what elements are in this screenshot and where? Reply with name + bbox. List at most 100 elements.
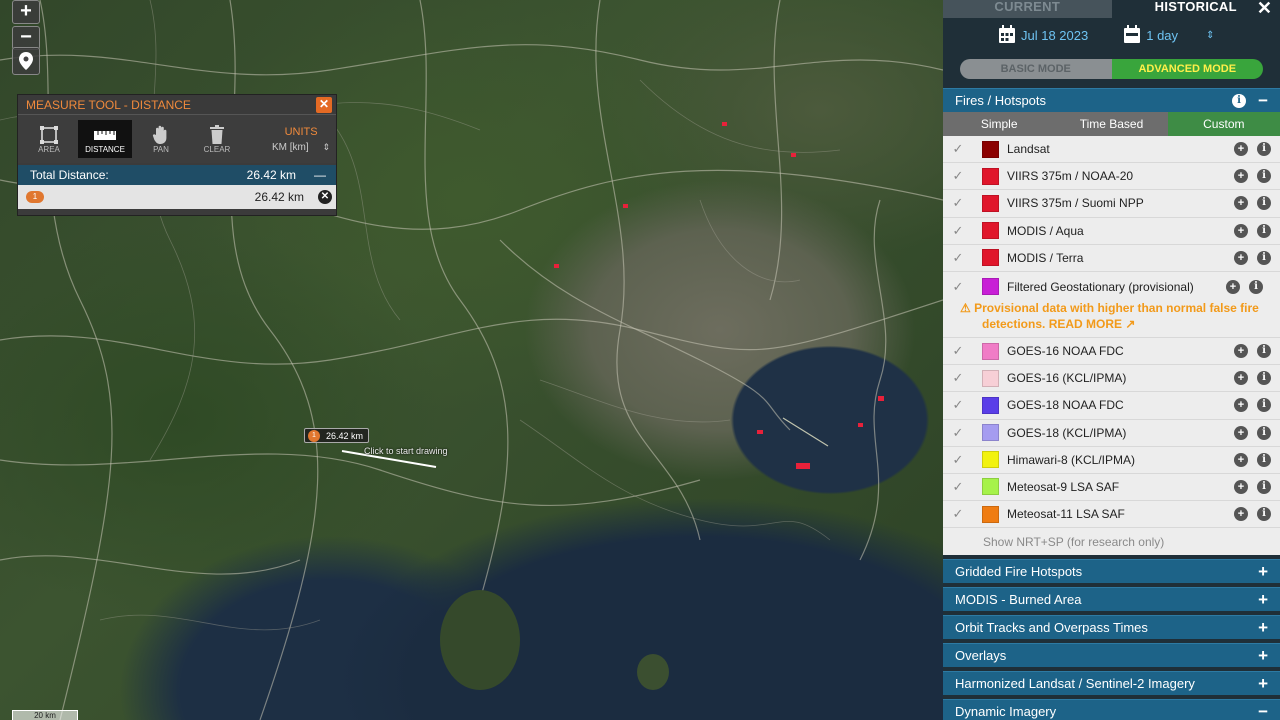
nrt-sp-toggle[interactable]: Show NRT+SP (for research only) bbox=[943, 528, 1280, 556]
info-icon[interactable]: i bbox=[1257, 479, 1271, 494]
expand-icon[interactable]: + bbox=[1258, 674, 1268, 694]
info-icon[interactable]: i bbox=[1257, 452, 1271, 467]
add-icon[interactable]: + bbox=[1234, 250, 1248, 265]
add-icon[interactable]: + bbox=[1234, 196, 1248, 211]
layer-row[interactable]: ✓ VIIRS 375m / Suomi NPP + i bbox=[943, 190, 1280, 218]
layer-row[interactable]: ✓ MODIS / Terra + i bbox=[943, 245, 1280, 272]
external-link-icon[interactable]: ↗ bbox=[1125, 317, 1135, 331]
info-icon[interactable]: i bbox=[1257, 142, 1271, 157]
add-icon[interactable]: + bbox=[1234, 398, 1248, 413]
info-icon[interactable]: i bbox=[1257, 250, 1271, 265]
layer-checkbox[interactable]: ✓ bbox=[949, 249, 967, 267]
clear-tool-button[interactable]: CLEAR bbox=[190, 120, 244, 158]
subtab-simple[interactable]: Simple bbox=[943, 112, 1055, 136]
expand-icon[interactable]: + bbox=[1258, 562, 1268, 582]
info-icon[interactable]: i bbox=[1257, 371, 1271, 386]
section-header[interactable]: MODIS - Burned Area + bbox=[943, 587, 1280, 612]
info-icon[interactable]: i bbox=[1257, 425, 1271, 440]
close-panel-icon[interactable]: ✕ bbox=[1257, 0, 1272, 19]
layer-checkbox[interactable]: ✓ bbox=[949, 278, 967, 296]
expand-icon[interactable]: + bbox=[1258, 646, 1268, 666]
expand-icon[interactable]: + bbox=[1258, 590, 1268, 610]
info-icon[interactable]: i bbox=[1257, 344, 1271, 359]
layer-checkbox[interactable]: ✓ bbox=[949, 424, 967, 442]
add-icon[interactable]: + bbox=[1234, 452, 1248, 467]
collapse-icon[interactable]: − bbox=[1258, 91, 1268, 111]
layer-checkbox[interactable]: ✓ bbox=[949, 167, 967, 185]
add-icon[interactable]: + bbox=[1234, 169, 1248, 184]
layer-checkbox[interactable]: ✓ bbox=[949, 222, 967, 240]
tab-historical[interactable]: HISTORICAL bbox=[1111, 0, 1280, 18]
collapse-icon[interactable]: — bbox=[314, 168, 326, 182]
tab-current[interactable]: CURRENT bbox=[943, 0, 1112, 18]
layer-row[interactable]: ✓ MODIS / Aqua + i bbox=[943, 218, 1280, 245]
layer-row[interactable]: ✓ GOES-16 (KCL/IPMA) + i bbox=[943, 365, 1280, 393]
add-icon[interactable]: + bbox=[1234, 142, 1248, 157]
section-header[interactable]: Gridded Fire Hotspots + bbox=[943, 559, 1280, 584]
layer-color-swatch bbox=[982, 249, 999, 267]
close-icon[interactable]: ✕ bbox=[316, 96, 332, 113]
date-picker[interactable]: Jul 18 2023 bbox=[1021, 28, 1088, 43]
layer-checkbox[interactable]: ✓ bbox=[949, 505, 967, 523]
layer-checkbox[interactable]: ✓ bbox=[949, 451, 967, 469]
add-icon[interactable]: + bbox=[1234, 344, 1248, 359]
layer-name: Meteosat-9 LSA SAF bbox=[1007, 479, 1120, 494]
info-icon[interactable]: i bbox=[1257, 507, 1271, 522]
units-selector[interactable]: UNITS KM [km] ⇕ bbox=[272, 126, 330, 153]
info-icon[interactable]: i bbox=[1257, 223, 1271, 238]
layer-row[interactable]: ✓ Meteosat-11 LSA SAF + i bbox=[943, 501, 1280, 529]
add-icon[interactable]: + bbox=[1234, 507, 1248, 522]
layer-row[interactable]: ✓ Himawari-8 (KCL/IPMA) + i bbox=[943, 447, 1280, 474]
remove-segment-icon[interactable]: ✕ bbox=[318, 190, 332, 204]
layer-row[interactable]: ✓ GOES-18 (KCL/IPMA) + i bbox=[943, 420, 1280, 447]
layer-row[interactable]: ✓ Landsat + i bbox=[943, 136, 1280, 164]
add-icon[interactable]: + bbox=[1226, 279, 1240, 294]
layer-color-swatch bbox=[982, 478, 999, 496]
locate-button[interactable] bbox=[12, 47, 40, 75]
add-icon[interactable]: + bbox=[1234, 479, 1248, 494]
add-icon[interactable]: + bbox=[1234, 371, 1248, 386]
expand-icon[interactable]: − bbox=[1258, 702, 1268, 720]
layer-checkbox[interactable]: ✓ bbox=[949, 396, 967, 414]
layer-row[interactable]: ✓ GOES-16 NOAA FDC + i bbox=[943, 338, 1280, 366]
layer-name: MODIS / Terra bbox=[1007, 250, 1084, 265]
info-icon[interactable]: i bbox=[1257, 398, 1271, 413]
map-view[interactable]: + − MEASURE TOOL - DISTANCE ✕ AREA DISTA… bbox=[0, 0, 943, 720]
layer-checkbox[interactable]: ✓ bbox=[949, 369, 967, 387]
layer-row[interactable]: ✓ VIIRS 375m / NOAA-20 + i bbox=[943, 163, 1280, 191]
section-header[interactable]: Overlays + bbox=[943, 643, 1280, 668]
area-tool-button[interactable]: AREA bbox=[22, 120, 76, 158]
expand-icon[interactable]: + bbox=[1258, 618, 1268, 638]
range-select[interactable]: 1 day bbox=[1146, 28, 1178, 43]
info-icon[interactable]: i bbox=[1257, 196, 1271, 211]
add-icon[interactable]: + bbox=[1234, 425, 1248, 440]
layer-name: VIIRS 375m / NOAA-20 bbox=[1007, 169, 1134, 184]
layer-checkbox[interactable]: ✓ bbox=[949, 342, 967, 360]
info-icon[interactable]: i bbox=[1257, 169, 1271, 184]
distance-tool-button[interactable]: DISTANCE bbox=[78, 120, 132, 158]
add-icon[interactable]: + bbox=[1234, 223, 1248, 238]
pan-tool-button[interactable]: PAN bbox=[134, 120, 188, 158]
layer-checkbox[interactable]: ✓ bbox=[949, 140, 967, 158]
subtab-time-based[interactable]: Time Based bbox=[1055, 112, 1167, 136]
basic-mode-button[interactable]: BASIC MODE bbox=[960, 59, 1112, 79]
layer-checkbox[interactable]: ✓ bbox=[949, 478, 967, 496]
layer-name: GOES-16 (KCL/IPMA) bbox=[1007, 371, 1127, 386]
zoom-in-button[interactable]: + bbox=[12, 0, 40, 24]
section-header[interactable]: Orbit Tracks and Overpass Times + bbox=[943, 615, 1280, 640]
section-header[interactable]: Harmonized Landsat / Sentinel-2 Imagery + bbox=[943, 671, 1280, 696]
draw-hint: Click to start drawing bbox=[364, 446, 448, 456]
section-header[interactable]: Dynamic Imagery − bbox=[943, 699, 1280, 720]
info-icon[interactable]: i bbox=[1232, 93, 1247, 108]
layer-name: Filtered Geostationary (provisional) bbox=[1007, 279, 1194, 294]
layer-row[interactable]: ✓ GOES-18 NOAA FDC + i bbox=[943, 392, 1280, 420]
fires-section-header[interactable]: Fires / Hotspots i − bbox=[943, 88, 1280, 112]
info-icon[interactable]: i bbox=[1249, 279, 1263, 294]
advanced-mode-button[interactable]: ADVANCED MODE bbox=[1111, 59, 1263, 79]
updown-chevron-icon[interactable]: ⇕ bbox=[1206, 30, 1214, 41]
subtab-custom[interactable]: Custom bbox=[1167, 112, 1280, 136]
layer-row[interactable]: ✓ Meteosat-9 LSA SAF + i bbox=[943, 474, 1280, 502]
segment-index-badge: 1 bbox=[26, 191, 44, 203]
read-more-link[interactable]: READ MORE bbox=[1049, 317, 1122, 331]
layer-checkbox[interactable]: ✓ bbox=[949, 194, 967, 212]
